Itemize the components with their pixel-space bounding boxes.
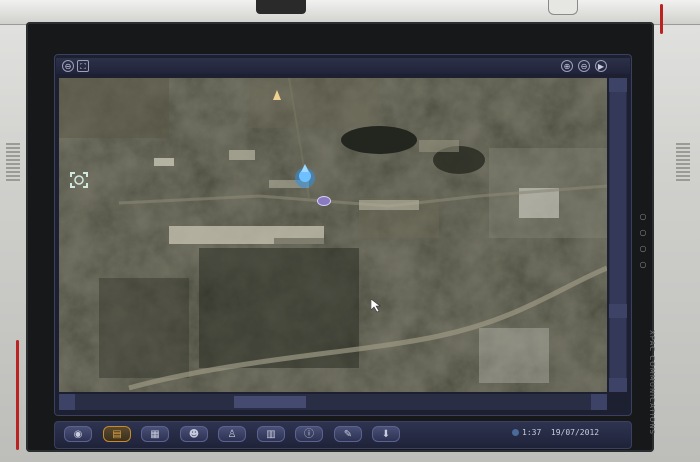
calendar-icon: ▦ — [150, 429, 160, 440]
info-icon: ⓘ — [304, 429, 314, 440]
minus-icon: ⊖ — [64, 62, 72, 71]
stats-icon: ▥ — [266, 429, 276, 440]
calendar-button[interactable]: ▦ — [141, 426, 169, 442]
download-icon: ⬇ — [381, 429, 391, 440]
map-button[interactable]: ▤ — [103, 426, 131, 442]
device-clip — [548, 0, 578, 15]
person-icon: ♙ — [227, 429, 237, 440]
side-button-1[interactable]: ○ — [638, 212, 648, 222]
scroll-left-cap[interactable] — [59, 394, 75, 410]
north-arrow-icon — [273, 85, 281, 100]
zoom-out-icon: ⊖ — [580, 62, 588, 71]
satellite-map[interactable] — [59, 78, 607, 392]
scroll-up-cap[interactable] — [609, 78, 627, 92]
download-button[interactable]: ⬇ — [372, 426, 400, 442]
player-marker-icon[interactable] — [293, 164, 317, 190]
vertical-scroll-marker[interactable] — [609, 304, 627, 318]
side-button-2[interactable]: ○ — [638, 228, 648, 238]
fit-view-icon: ⛶ — [80, 62, 86, 71]
device-side-label: XPAC COMMUNICATIONS — [648, 330, 656, 435]
side-button-4[interactable]: ○ — [638, 260, 648, 270]
red-wire-left — [16, 340, 19, 450]
map-horizontal-scrollbar[interactable] — [59, 394, 607, 410]
red-wire-right — [660, 4, 663, 34]
map-vertical-scrollbar[interactable] — [609, 78, 627, 392]
left-grip — [6, 143, 20, 183]
zoom-in-button[interactable]: ⊕ — [561, 60, 573, 72]
info-button[interactable]: ⓘ — [295, 426, 323, 442]
clock-display: 1:37 19/07/2012 — [512, 428, 599, 437]
unit-marker-icon[interactable] — [317, 196, 331, 206]
horizontal-scroll-thumb[interactable] — [234, 396, 306, 408]
minus-button[interactable]: ⊖ — [62, 60, 74, 72]
globe-icon: ◉ — [73, 429, 83, 440]
map-icon: ▤ — [112, 429, 122, 440]
globe-button[interactable]: ◉ — [64, 426, 92, 442]
zoom-in-icon: ⊕ — [563, 62, 571, 71]
stats-button[interactable]: ▥ — [257, 426, 285, 442]
wrench-icon: ✎ — [343, 429, 353, 440]
clock-date: 19/07/2012 — [550, 428, 600, 437]
map-imagery — [59, 78, 607, 392]
target-bracket-icon[interactable] — [70, 172, 88, 188]
team-icon: ☻ — [188, 429, 200, 440]
play-icon: ▶ — [597, 62, 605, 71]
fit-view-button[interactable]: ⛶ — [77, 60, 89, 72]
clock-icon — [512, 429, 519, 436]
clock-time: 1:37 — [522, 428, 542, 437]
mouse-cursor-icon — [370, 298, 381, 313]
scroll-down-cap[interactable] — [609, 378, 627, 392]
person-button[interactable]: ♙ — [218, 426, 246, 442]
wrench-button[interactable]: ✎ — [334, 426, 362, 442]
right-grip — [676, 143, 690, 183]
device-handle — [256, 0, 306, 14]
team-button[interactable]: ☻ — [180, 426, 208, 442]
scroll-right-cap[interactable] — [591, 394, 607, 410]
map-toolbar — [56, 58, 630, 74]
zoom-out-button[interactable]: ⊖ — [578, 60, 590, 72]
side-button-3[interactable]: ○ — [638, 244, 648, 254]
play-button[interactable]: ▶ — [595, 60, 607, 72]
vertical-scroll-thumb[interactable] — [610, 78, 626, 392]
